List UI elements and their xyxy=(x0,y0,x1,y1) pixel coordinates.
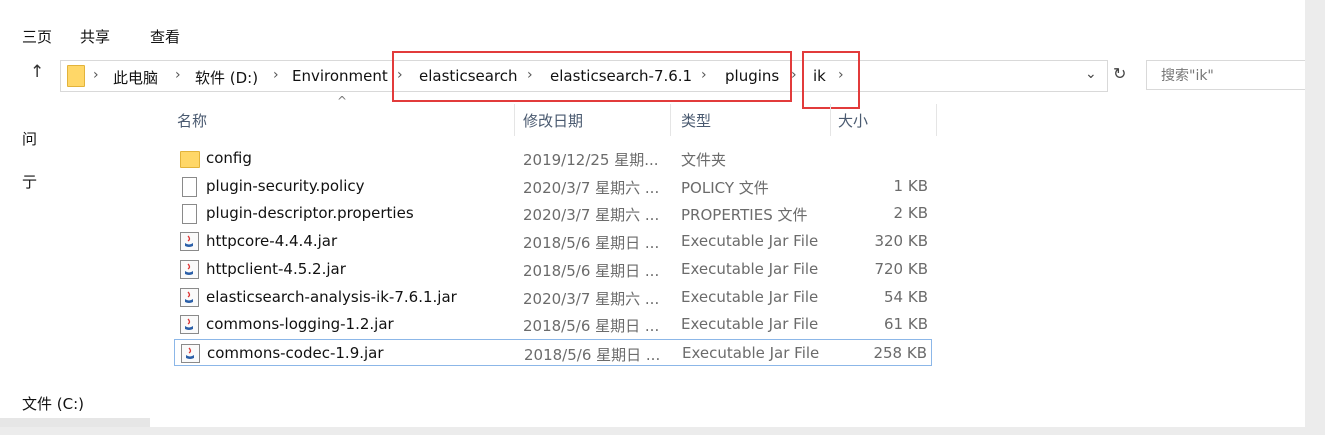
file-type: Executable Jar File xyxy=(681,315,819,333)
file-type: Executable Jar File xyxy=(681,288,819,306)
window-edge xyxy=(0,427,1325,435)
chevron-right-icon[interactable]: › xyxy=(838,67,844,83)
search-input[interactable]: 搜索"ik" xyxy=(1146,60,1311,90)
window-edge xyxy=(1305,0,1325,435)
sort-ascending-icon: ^ xyxy=(337,94,348,108)
nav-item-drive-c[interactable]: 文件 (C:) xyxy=(22,393,84,414)
chevron-right-icon[interactable]: › xyxy=(397,67,403,83)
file-type: POLICY 文件 xyxy=(681,179,769,197)
document-icon xyxy=(182,204,197,224)
tab-home[interactable]: 三页 xyxy=(22,26,52,47)
file-type: 文件夹 xyxy=(681,151,727,169)
jar-icon xyxy=(181,344,200,363)
file-date: 2019/12/25 星期... xyxy=(523,151,659,169)
file-type: PROPERTIES 文件 xyxy=(681,206,808,224)
file-size: 1 KB xyxy=(893,177,928,195)
file-date: 2018/5/6 星期日 ... xyxy=(523,234,660,252)
document-icon xyxy=(182,177,197,197)
chevron-right-icon[interactable]: › xyxy=(791,67,797,83)
chevron-right-icon[interactable]: › xyxy=(93,67,99,83)
file-name: config xyxy=(206,149,252,167)
file-type: Executable Jar File xyxy=(681,232,819,250)
up-arrow-icon[interactable]: ↑ xyxy=(30,62,44,82)
file-size: 2 KB xyxy=(893,204,928,222)
file-type: Executable Jar File xyxy=(682,344,820,362)
file-row[interactable]: httpclient-4.5.2.jar 2018/5/6 星期日 ... Ex… xyxy=(174,256,932,283)
file-row[interactable]: commons-logging-1.2.jar 2018/5/6 星期日 ...… xyxy=(174,311,932,338)
file-name: httpclient-4.5.2.jar xyxy=(206,260,346,278)
file-row[interactable]: plugin-descriptor.properties 2020/3/7 星期… xyxy=(174,200,932,227)
file-name: plugin-descriptor.properties xyxy=(206,204,414,222)
nav-item-quick-access[interactable]: 问 xyxy=(22,128,37,149)
file-name: httpcore-4.4.4.jar xyxy=(206,232,338,250)
jar-icon xyxy=(180,260,199,279)
column-header-type[interactable]: 类型 xyxy=(681,110,711,131)
file-row[interactable]: plugin-security.policy 2020/3/7 星期六 ... … xyxy=(174,173,932,200)
chevron-right-icon[interactable]: › xyxy=(175,67,181,83)
breadcrumb-ik[interactable]: ik xyxy=(813,67,826,85)
breadcrumb-environment[interactable]: Environment xyxy=(292,67,388,85)
jar-icon xyxy=(180,232,199,251)
file-row[interactable]: httpcore-4.4.4.jar 2018/5/6 星期日 ... Exec… xyxy=(174,228,932,255)
column-header-size[interactable]: 大小 xyxy=(838,110,868,131)
breadcrumb-drive-d[interactable]: 软件 (D:) xyxy=(195,67,258,88)
chevron-down-icon[interactable]: ⌄ xyxy=(1085,66,1097,82)
file-date: 2020/3/7 星期六 ... xyxy=(523,206,660,224)
file-size: 54 KB xyxy=(884,288,928,306)
ribbon-tabs: 三页 共享 查看 xyxy=(0,18,1305,48)
file-date: 2020/3/7 星期六 ... xyxy=(523,290,660,308)
refresh-icon[interactable]: ↻ xyxy=(1113,64,1126,83)
column-divider[interactable] xyxy=(670,104,671,136)
file-date: 2020/3/7 星期六 ... xyxy=(523,179,660,197)
folder-icon xyxy=(67,65,85,87)
file-date: 2018/5/6 星期日 ... xyxy=(523,262,660,280)
file-date: 2018/5/6 星期日 ... xyxy=(524,346,661,364)
jar-icon xyxy=(180,288,199,307)
chevron-right-icon[interactable]: › xyxy=(527,67,533,83)
file-name: plugin-security.policy xyxy=(206,177,365,195)
file-size: 720 KB xyxy=(874,260,928,278)
file-name: commons-codec-1.9.jar xyxy=(207,344,384,362)
column-divider[interactable] xyxy=(936,104,937,136)
column-divider[interactable] xyxy=(514,104,515,136)
file-date: 2018/5/6 星期日 ... xyxy=(523,317,660,335)
file-size: 61 KB xyxy=(884,315,928,333)
breadcrumb-elasticsearch[interactable]: elasticsearch xyxy=(419,67,518,85)
file-name: elasticsearch-analysis-ik-7.6.1.jar xyxy=(206,288,457,306)
file-size: 320 KB xyxy=(874,232,928,250)
folder-icon xyxy=(180,151,200,168)
file-explorer-window: 三页 共享 查看 ↑ › 此电脑 › 软件 (D:) › Environment… xyxy=(0,0,1325,435)
file-row[interactable]: config 2019/12/25 星期... 文件夹 xyxy=(174,145,932,172)
file-name: commons-logging-1.2.jar xyxy=(206,315,394,333)
file-type: Executable Jar File xyxy=(681,260,819,278)
tab-share[interactable]: 共享 xyxy=(80,26,110,47)
tab-view[interactable]: 查看 xyxy=(150,26,180,47)
breadcrumb-plugins[interactable]: plugins xyxy=(725,67,779,85)
column-header-date[interactable]: 修改日期 xyxy=(523,110,583,131)
column-divider[interactable] xyxy=(830,104,831,136)
file-size: 258 KB xyxy=(873,344,927,362)
file-row[interactable]: elasticsearch-analysis-ik-7.6.1.jar 2020… xyxy=(174,284,932,311)
address-bar[interactable]: › 此电脑 › 软件 (D:) › Environment › elastics… xyxy=(60,60,1108,92)
nav-item-desktop[interactable]: 亍 xyxy=(22,171,37,192)
breadcrumb-this-pc[interactable]: 此电脑 xyxy=(113,67,158,88)
jar-icon xyxy=(180,315,199,334)
chevron-right-icon[interactable]: › xyxy=(701,67,707,83)
file-row-selected[interactable]: commons-codec-1.9.jar 2018/5/6 星期日 ... E… xyxy=(174,339,932,366)
chevron-right-icon[interactable]: › xyxy=(273,67,279,83)
breadcrumb-elasticsearch-version[interactable]: elasticsearch-7.6.1 xyxy=(550,67,692,85)
column-header-name[interactable]: 名称 xyxy=(177,110,207,131)
